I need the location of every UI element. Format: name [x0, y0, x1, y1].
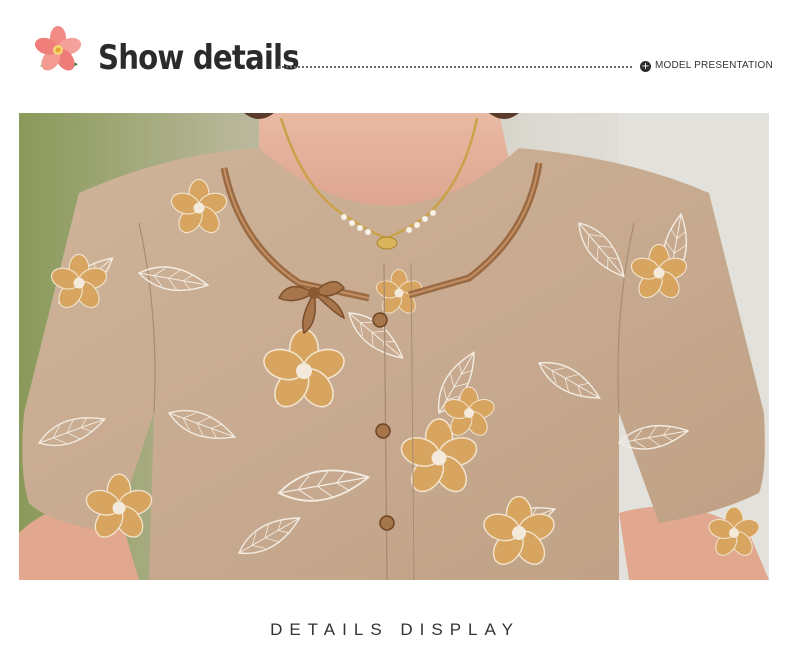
model-presentation-label: MODEL PRESENTATION	[655, 60, 773, 71]
pink-flower-icon	[34, 26, 82, 71]
dotted-divider	[278, 66, 632, 68]
page-title: Show details	[98, 38, 300, 78]
header: Show details + MODEL PRESENTATION	[0, 0, 790, 110]
plus-circle-icon: +	[640, 61, 651, 72]
product-photo	[19, 113, 769, 580]
details-display-caption: DETAILS DISPLAY	[270, 620, 520, 639]
